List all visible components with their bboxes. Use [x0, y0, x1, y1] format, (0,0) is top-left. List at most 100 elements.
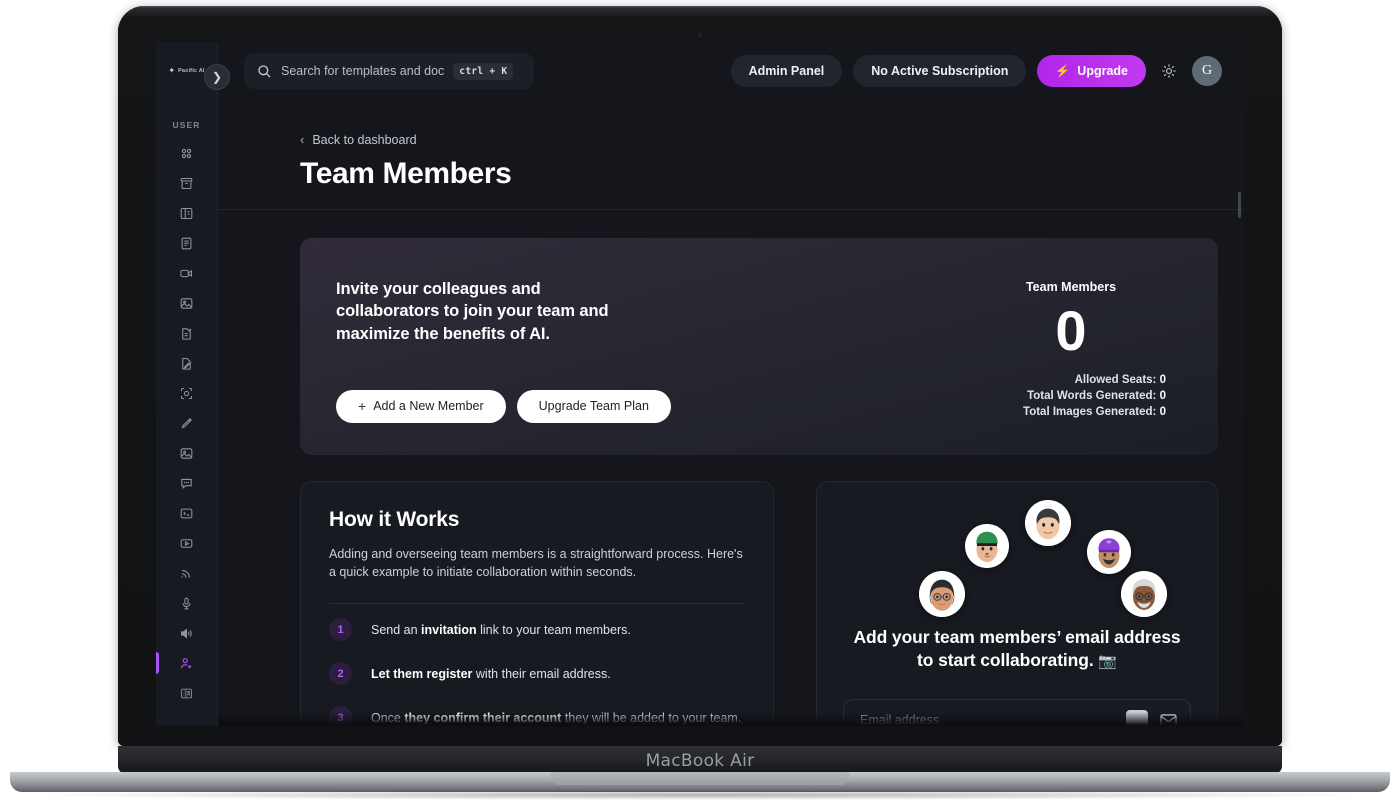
sidebar-item-video[interactable] — [156, 258, 218, 288]
sidebar-item-archive[interactable] — [156, 168, 218, 198]
page-header: ‹ Back to dashboard Team Members — [218, 100, 1244, 210]
sidebar-item-feed[interactable] — [156, 558, 218, 588]
sidebar-item-terminal[interactable] — [156, 498, 218, 528]
page-title: Team Members — [300, 157, 512, 190]
page-body: Invite your colleagues and collaborators… — [218, 210, 1244, 726]
back-to-dashboard-link[interactable]: ‹ Back to dashboard — [300, 132, 1244, 147]
header-actions: Admin Panel No Active Subscription ⚡ Upg… — [730, 55, 1244, 87]
main-content: ‹ Back to dashboard Team Members Invite … — [218, 100, 1244, 726]
user-avatar[interactable]: G — [1192, 56, 1222, 86]
email-input[interactable] — [860, 713, 1118, 726]
add-new-member-button[interactable]: + Add a New Member — [336, 389, 506, 423]
team-members-label: Team Members — [1025, 280, 1117, 294]
content-scrollbar[interactable] — [1238, 192, 1241, 218]
search-bar[interactable]: Search for templates and doc ctrl + K — [244, 53, 534, 89]
more-options-button[interactable]: … — [1126, 710, 1148, 726]
step-prefix: Send an — [371, 622, 422, 637]
email-invite-row[interactable]: … — [843, 699, 1191, 726]
hero-left: Invite your colleagues and collaborators… — [336, 278, 966, 423]
step-number: 1 — [329, 618, 352, 642]
sun-icon[interactable] — [1157, 59, 1181, 83]
steps-list: 1 Send an invitation link to your team m… — [329, 618, 745, 726]
step-text: Send an invitation link to your team mem… — [371, 623, 631, 637]
how-it-works-description: Adding and overseeing team members is a … — [329, 546, 743, 579]
sidebar-item-images[interactable] — [156, 288, 218, 318]
invite-title-line1: Add your team members’ email address — [853, 626, 1181, 647]
sidebar-item-video-player[interactable] — [156, 528, 218, 558]
sidebar-item-documents[interactable] — [156, 228, 218, 258]
search-placeholder: Search for templates and doc — [281, 64, 445, 78]
sidebar-item-vision-scan[interactable] — [156, 378, 218, 408]
step-emphasis: they confirm their account — [404, 710, 562, 725]
metric-total-words: Total Words Generated: 0 — [966, 390, 1166, 402]
add-new-member-label: Add a New Member — [373, 399, 484, 414]
how-it-works-title: How it Works — [329, 507, 460, 531]
chevron-right-icon[interactable]: ❯ — [204, 64, 230, 90]
device-label: MacBook Air — [645, 751, 755, 771]
step-emphasis: Let them register — [371, 666, 473, 681]
metric-allowed-seats: Allowed Seats: 0 — [966, 374, 1166, 386]
invite-title: Add your team members’ email address to … — [843, 626, 1191, 673]
screenshot-stage: MacBook Air ✦ Pacific AI USER ❯ Search f… — [0, 0, 1400, 804]
invite-hero-banner: Invite your colleagues and collaborators… — [300, 238, 1218, 455]
how-it-works-card: How it Works Adding and overseeing team … — [300, 480, 774, 726]
search-shortcut-badge: ctrl + K — [453, 62, 514, 80]
invite-email-card: Add your team members’ email address to … — [816, 480, 1218, 726]
metric-value: 0 — [1159, 405, 1166, 418]
avatar-glasses-woman — [919, 570, 965, 617]
logo-text: Pacific AI — [178, 68, 205, 74]
avatar-purple-cap — [1087, 529, 1131, 574]
sidebar-item-pen[interactable] — [156, 408, 218, 438]
metric-label: Total Images Generated: — [1023, 405, 1157, 418]
step-number: 3 — [329, 706, 352, 726]
step-text: Let them register with their email addre… — [371, 667, 611, 681]
sidebar-item-chat[interactable] — [156, 468, 218, 498]
metric-label: Total Words Generated: — [1027, 389, 1157, 402]
sidebar-items — [156, 138, 217, 708]
step-suffix: they will be added to your team. — [561, 710, 742, 725]
upgrade-button[interactable]: ⚡ Upgrade — [1037, 55, 1146, 87]
upgrade-label: Upgrade — [1077, 64, 1128, 78]
step-item: 2 Let them register with their email add… — [329, 662, 745, 686]
divider — [329, 603, 745, 605]
search-icon — [256, 63, 272, 79]
app-screen: ✦ Pacific AI USER ❯ Search for templates… — [156, 42, 1244, 726]
hero-headline: Invite your colleagues and collaborators… — [336, 280, 609, 343]
laptop-shadow — [40, 790, 1360, 800]
sidebar-item-speaker[interactable] — [156, 618, 218, 648]
sidebar-item-microphone[interactable] — [156, 588, 218, 618]
sidebar-item-edit-document[interactable] — [156, 348, 218, 378]
sidebar-item-id-card[interactable] — [156, 678, 218, 708]
sidebar-item-dashboard-grid[interactable] — [156, 138, 218, 168]
step-suffix: link to your team members. — [476, 622, 631, 637]
step-item: 3 Once they confirm their account they w… — [329, 706, 745, 726]
avatar-green-cap — [965, 523, 1009, 568]
hero-buttons: + Add a New Member Upgrade Team Plan — [336, 389, 966, 423]
camera-emoji-icon: 📷 — [1098, 653, 1117, 671]
sidebar-item-photo[interactable] — [156, 438, 218, 468]
sidebar-item-ai-document[interactable] — [156, 318, 218, 348]
step-number: 2 — [329, 662, 352, 686]
metric-label: Allowed Seats: — [1074, 373, 1157, 386]
step-prefix: Once — [371, 710, 405, 725]
avatar-grey-hair-man — [1121, 570, 1167, 617]
webcam-icon — [697, 31, 703, 39]
subscription-status-button[interactable]: No Active Subscription — [853, 55, 1027, 87]
envelope-icon[interactable] — [1156, 709, 1180, 726]
avatar-cluster — [843, 498, 1191, 626]
laptop-chin: MacBook Air — [118, 746, 1282, 774]
chevron-left-icon: ‹ — [300, 132, 305, 147]
back-link-label: Back to dashboard — [312, 132, 417, 147]
laptop-base-notch — [550, 772, 850, 785]
plus-icon: + — [358, 398, 367, 415]
step-text: Once they confirm their account they wil… — [371, 711, 741, 725]
step-suffix: with their email address. — [472, 666, 611, 681]
step-item: 1 Send an invitation link to your team m… — [329, 618, 745, 642]
invite-title-line2: to start collaborating. — [917, 650, 1094, 671]
metric-value: 0 — [1159, 389, 1166, 402]
admin-panel-button[interactable]: Admin Panel — [730, 55, 843, 87]
upgrade-team-plan-button[interactable]: Upgrade Team Plan — [516, 389, 671, 423]
sidebar-item-panels[interactable] — [156, 198, 218, 228]
team-members-count: 0 — [1055, 299, 1087, 362]
sidebar-item-team-members[interactable] — [156, 648, 218, 678]
